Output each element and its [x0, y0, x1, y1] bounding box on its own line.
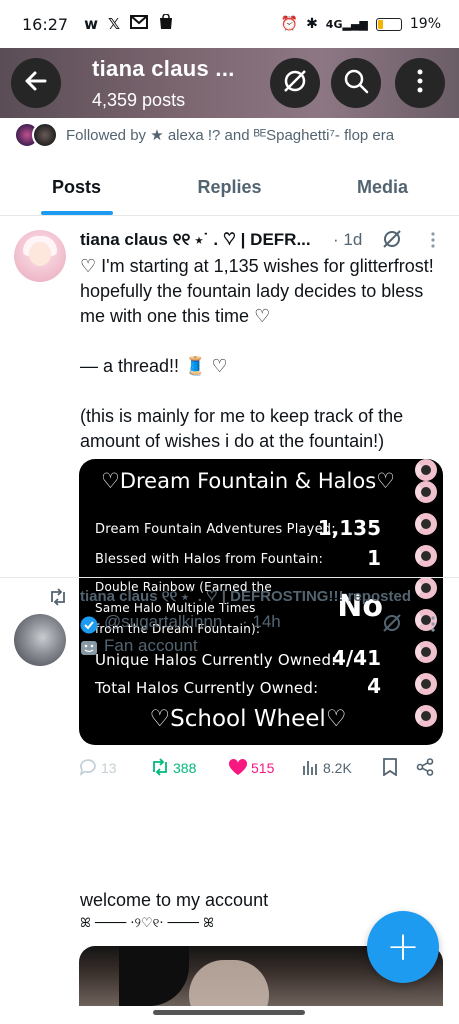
battery-percent: 19%	[409, 16, 441, 32]
profile-tabs: Posts Replies Media	[0, 160, 459, 216]
like-button[interactable]: 515	[228, 758, 302, 779]
repost-icon	[48, 588, 68, 610]
post-text: welcome to my account	[80, 890, 269, 910]
post-more-icon[interactable]	[430, 616, 436, 636]
followed-by-row[interactable]: Followed by ★ alexa !? and ᴮᴱSpaghetti⁷-…	[14, 118, 459, 152]
card-footer: ♡School Wheel♡	[149, 706, 347, 732]
heart-icon	[228, 758, 248, 779]
tab-posts[interactable]: Posts	[0, 160, 153, 215]
reply-button[interactable]: 13	[78, 758, 150, 779]
post-actions: 13 388 515 8.2K	[78, 757, 444, 779]
x-app-icon: 𝕏	[107, 15, 121, 33]
share-button[interactable]	[416, 757, 434, 779]
followed-by-text: Followed by ★ alexa !? and ᴮᴱSpaghetti⁷-…	[66, 127, 395, 144]
avatar[interactable]	[14, 614, 66, 666]
back-arrow-icon	[23, 68, 49, 98]
repost-icon	[150, 757, 170, 779]
compose-button[interactable]: +	[367, 911, 439, 983]
reply-count: 13	[101, 760, 117, 776]
profile-name: tiana claus ...	[92, 56, 235, 81]
plus-icon: +	[386, 924, 420, 970]
follower-avatar	[32, 122, 58, 148]
card-row-value: 1	[367, 546, 381, 570]
status-bar: 16:27 w 𝕏 ⏰ ✱ 4G▂▄▆ 19%	[0, 0, 459, 48]
w-app-icon: w	[84, 15, 98, 33]
card-title: ♡Dream Fountain & Halos♡	[101, 469, 395, 493]
views-count: 8.2K	[323, 760, 352, 776]
gesture-navigation-bar[interactable]	[153, 1010, 305, 1015]
post-text: ♡ I'm starting at 1,135 wishes for glitt…	[80, 256, 434, 451]
post-count: 4,359 posts	[92, 90, 186, 110]
grok-icon[interactable]	[381, 612, 403, 638]
bluetooth-icon: ✱	[306, 16, 318, 32]
post-divider	[0, 577, 459, 578]
gmail-icon	[130, 15, 149, 33]
theater-masks-icon	[80, 640, 98, 660]
post-handle[interactable]: @sugartalkinnn	[104, 612, 222, 632]
share-icon	[416, 757, 434, 779]
verified-badge-icon	[80, 616, 98, 638]
more-options-button[interactable]	[395, 58, 445, 108]
post-decoration: ꕤ ──── ·୨♡୧· ──── ꕤ	[80, 916, 214, 931]
repost-count: 388	[173, 760, 197, 776]
more-vertical-icon	[416, 68, 424, 98]
views-chart-icon	[302, 758, 320, 779]
views-button[interactable]: 8.2K	[302, 758, 382, 779]
reply-icon	[78, 758, 98, 779]
signal-icon: 4G▂▄▆	[325, 17, 368, 31]
repost-label[interactable]: tiana claus ୧୧ ⋆˙ . ♡ | DEFROSTING!!! re…	[80, 588, 411, 605]
system-icons: ⏰ ✱ 4G▂▄▆ 19%	[281, 16, 441, 32]
card-row-value: 4/41	[331, 646, 381, 670]
tab-media[interactable]: Media	[306, 160, 459, 215]
search-button[interactable]	[331, 58, 381, 108]
card-row-label: Total Halos Currently Owned:	[95, 679, 319, 697]
alarm-icon: ⏰	[280, 16, 299, 32]
grok-icon	[281, 67, 309, 99]
search-icon	[343, 68, 369, 98]
account-type-label: Fan account	[104, 636, 198, 655]
card-row-label: Dream Fountain Adventures Played:	[95, 522, 336, 537]
bookmark-icon	[382, 757, 398, 779]
post-more-icon[interactable]	[430, 232, 436, 252]
card-row-label: Blessed with Halos from Fountain:	[95, 552, 324, 567]
shopping-bag-icon	[158, 13, 174, 34]
clock: 16:27	[22, 14, 69, 34]
post-time: · 1d	[333, 230, 363, 249]
card-row-value: 4	[367, 674, 381, 698]
bookmark-button[interactable]	[382, 757, 416, 779]
notification-icons: w 𝕏	[84, 13, 174, 34]
battery-icon	[375, 17, 402, 31]
notebook-rings	[413, 459, 439, 745]
like-count: 515	[251, 760, 275, 776]
back-button[interactable]	[11, 58, 61, 108]
grok-button[interactable]	[270, 58, 320, 108]
post-author[interactable]: tiana claus ୧୧ ⋆˙ . ♡ | DEFR...	[80, 230, 311, 250]
avatar[interactable]	[14, 230, 66, 282]
card-row-value: 1,135	[317, 516, 381, 540]
tab-replies[interactable]: Replies	[153, 160, 306, 215]
repost-button[interactable]: 388	[150, 757, 228, 779]
signal-label: 4G	[325, 17, 343, 31]
grok-icon[interactable]	[381, 228, 403, 254]
profile-header: tiana claus ... 4,359 posts	[0, 48, 459, 118]
post-time: · 14h	[242, 612, 281, 631]
